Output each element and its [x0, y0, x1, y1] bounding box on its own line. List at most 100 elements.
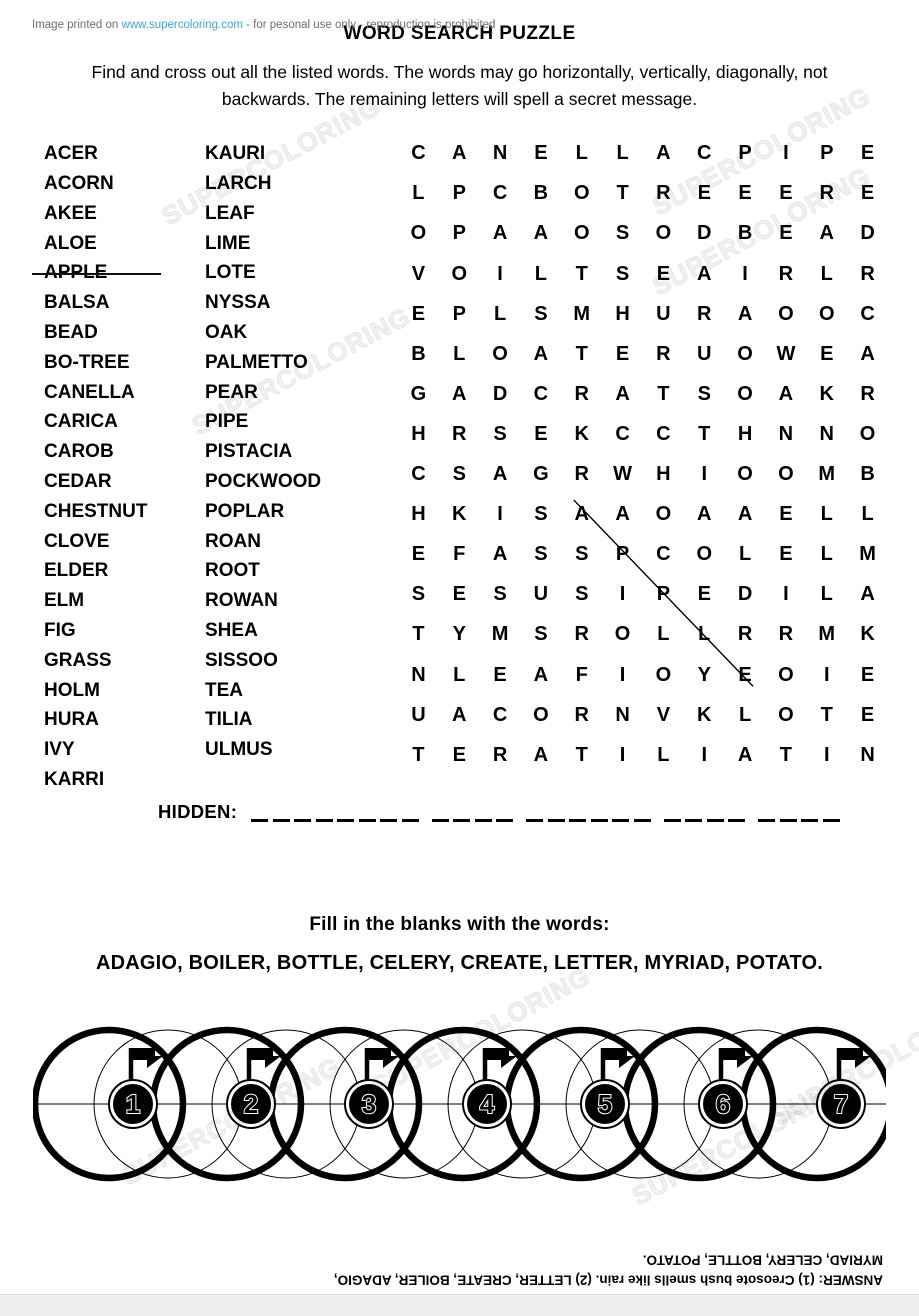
blank-dash[interactable] [663, 818, 681, 823]
grid-letter[interactable]: S [453, 464, 466, 484]
grid-letter[interactable]: A [860, 584, 874, 604]
grid-letter[interactable]: T [780, 745, 792, 765]
grid-letter[interactable]: F [453, 544, 465, 564]
grid-letter[interactable]: A [697, 264, 711, 284]
grid-letter[interactable]: T [576, 264, 588, 284]
grid-letter[interactable]: O [656, 223, 672, 243]
grid-letter[interactable]: S [534, 624, 547, 644]
grid-letter[interactable]: O [615, 624, 631, 644]
grid-letter[interactable]: S [534, 304, 547, 324]
grid-letter[interactable]: C [656, 424, 670, 444]
grid-letter[interactable]: O [778, 665, 794, 685]
grid-letter[interactable]: L [616, 143, 628, 163]
grid-letter[interactable]: T [821, 705, 833, 725]
grid-letter[interactable]: H [411, 504, 425, 524]
grid-letter[interactable]: C [493, 183, 507, 203]
grid-letter[interactable]: R [779, 624, 793, 644]
grid-letter[interactable]: R [452, 424, 466, 444]
word-list-item[interactable]: ALOE [44, 229, 147, 259]
grid-letter[interactable]: R [656, 344, 670, 364]
grid-letter[interactable]: R [697, 304, 711, 324]
grid-letter[interactable]: O [737, 344, 753, 364]
grid-letter[interactable]: I [620, 665, 626, 685]
grid-letter[interactable]: I [742, 264, 748, 284]
hidden-blank-group[interactable] [526, 818, 651, 823]
grid-letter[interactable]: E [616, 344, 629, 364]
grid-letter[interactable]: A [452, 143, 466, 163]
grid-letter[interactable]: M [818, 464, 835, 484]
word-list-item[interactable]: TILIA [205, 705, 321, 735]
grid-letter[interactable]: R [575, 464, 589, 484]
grid-letter[interactable]: T [412, 745, 424, 765]
grid-letter[interactable]: S [575, 544, 588, 564]
grid-letter[interactable]: O [656, 504, 672, 524]
word-list-item[interactable]: SISSOO [205, 646, 321, 676]
grid-letter[interactable]: A [656, 143, 670, 163]
grid-letter[interactable]: O [737, 384, 753, 404]
word-list-item[interactable]: HOLM [44, 676, 147, 706]
blank-dash[interactable] [251, 818, 269, 823]
grid-letter[interactable]: E [779, 223, 792, 243]
grid-letter[interactable]: I [783, 584, 789, 604]
grid-letter[interactable]: I [497, 504, 503, 524]
blank-dash[interactable] [801, 818, 819, 823]
grid-letter[interactable]: H [615, 304, 629, 324]
grid-letter[interactable]: L [535, 264, 547, 284]
grid-letter[interactable]: D [738, 584, 752, 604]
grid-letter[interactable]: E [698, 183, 711, 203]
grid-letter[interactable]: R [738, 624, 752, 644]
grid-letter[interactable]: D [697, 223, 711, 243]
word-list-item[interactable]: ELDER [44, 556, 147, 586]
grid-letter[interactable]: E [779, 544, 792, 564]
grid-letter[interactable]: I [620, 584, 626, 604]
word-list-item[interactable]: ROWAN [205, 586, 321, 616]
grid-letter[interactable]: M [818, 624, 835, 644]
grid-letter[interactable]: S [616, 264, 629, 284]
grid-letter[interactable]: C [656, 544, 670, 564]
word-list-item[interactable]: ROAN [205, 527, 321, 557]
word-list-item[interactable]: OAK [205, 318, 321, 348]
grid-letter[interactable]: Y [698, 665, 711, 685]
grid-letter[interactable]: L [698, 624, 710, 644]
grid-letter[interactable]: O [696, 544, 712, 564]
grid-letter[interactable]: O [819, 304, 835, 324]
word-list-item[interactable]: ROOT [205, 556, 321, 586]
grid-letter[interactable]: B [738, 223, 752, 243]
grid-letter[interactable]: A [452, 384, 466, 404]
word-list-item[interactable]: LARCH [205, 169, 321, 199]
blank-dash[interactable] [526, 818, 544, 823]
word-list-item[interactable]: PISTACIA [205, 437, 321, 467]
grid-letter[interactable]: A [820, 223, 834, 243]
grid-letter[interactable]: T [576, 745, 588, 765]
word-list-item[interactable]: PALMETTO [205, 348, 321, 378]
word-list-item[interactable]: HURA [44, 705, 147, 735]
grid-letter[interactable]: S [698, 384, 711, 404]
grid-letter[interactable]: H [738, 424, 752, 444]
grid-letter[interactable]: U [534, 584, 548, 604]
grid-letter[interactable]: L [453, 665, 465, 685]
grid-letter[interactable]: U [411, 705, 425, 725]
grid-letter[interactable]: N [615, 705, 629, 725]
word-list-item[interactable]: CEDAR [44, 467, 147, 497]
word-list-item[interactable]: ACER [44, 139, 147, 169]
grid-letter[interactable]: S [493, 424, 506, 444]
grid-letter[interactable]: D [860, 223, 874, 243]
hidden-blank-group[interactable] [251, 818, 419, 823]
word-list-item[interactable]: AKEE [44, 199, 147, 229]
hidden-blank-group[interactable] [431, 818, 514, 823]
circle-marker-7[interactable]: 7 [816, 1048, 871, 1129]
grid-letter[interactable]: M [492, 624, 509, 644]
blank-dash[interactable] [272, 818, 290, 823]
grid-letter[interactable]: A [738, 504, 752, 524]
grid-letter[interactable]: L [657, 624, 669, 644]
grid-letter[interactable]: A [534, 665, 548, 685]
grid-letter[interactable]: N [493, 143, 507, 163]
word-list-item[interactable]: ELM [44, 586, 147, 616]
grid-letter[interactable]: P [453, 223, 466, 243]
grid-letter[interactable]: S [534, 504, 547, 524]
grid-letter[interactable]: R [860, 384, 874, 404]
footer-brand-link[interactable]: www.supercoloring.com [122, 19, 243, 31]
grid-letter[interactable]: Y [453, 624, 466, 644]
grid-letter[interactable]: O [411, 223, 427, 243]
grid-letter[interactable]: E [412, 304, 425, 324]
